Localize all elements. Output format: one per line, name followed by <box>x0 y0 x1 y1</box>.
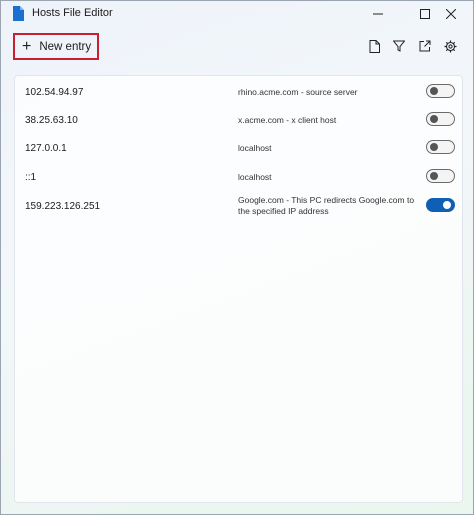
toggle-knob <box>430 143 438 151</box>
hosts-file-editor-window: Hosts File Editor + New entry 102.54.94.… <box>0 0 474 515</box>
entry-ip-address: ::1 <box>25 172 37 183</box>
entry-ip-address: 38.25.63.10 <box>25 115 78 126</box>
plus-icon: + <box>22 37 32 55</box>
toggle-knob <box>443 201 451 209</box>
entry-toggle[interactable] <box>426 198 455 212</box>
open-external-icon[interactable] <box>418 39 432 53</box>
window-title: Hosts File Editor <box>32 7 113 19</box>
filter-icon[interactable] <box>392 39 406 53</box>
new-file-icon[interactable] <box>367 39 381 53</box>
entry-toggle[interactable] <box>426 84 455 98</box>
entry-host: rhino.acme.com - source server <box>238 87 358 97</box>
close-icon <box>446 9 456 19</box>
entry-host: Google.com - This PC redirects Google.co… <box>238 195 415 216</box>
entry-ip-address: 102.54.94.97 <box>25 87 84 98</box>
entry-toggle[interactable] <box>426 112 455 126</box>
table-row[interactable]: 159.223.126.251 Google.com - This PC red… <box>15 191 462 227</box>
toggle-knob <box>430 115 438 123</box>
title-bar: Hosts File Editor <box>1 1 473 27</box>
entry-ip-address: 127.0.0.1 <box>25 143 67 154</box>
entry-toggle[interactable] <box>426 140 455 154</box>
entry-host: x.acme.com - x client host <box>238 115 337 125</box>
new-entry-button[interactable]: + New entry <box>13 33 99 60</box>
minimize-button[interactable] <box>355 1 401 27</box>
table-row[interactable]: 102.54.94.97 rhino.acme.com - source ser… <box>15 78 462 106</box>
toggle-knob <box>430 172 438 180</box>
hosts-entry-list: 102.54.94.97 rhino.acme.com - source ser… <box>14 75 463 503</box>
entry-toggle[interactable] <box>426 169 455 183</box>
table-row[interactable]: 127.0.0.1 localhost <box>15 134 462 162</box>
entry-host: localhost <box>238 172 272 182</box>
close-button[interactable] <box>427 1 473 27</box>
table-row[interactable]: ::1 localhost <box>15 163 462 191</box>
table-row[interactable]: 38.25.63.10 x.acme.com - x client host <box>15 106 462 134</box>
entry-host: localhost <box>238 143 272 153</box>
minimize-icon <box>373 13 383 15</box>
entry-ip-address: 159.223.126.251 <box>25 201 101 212</box>
new-entry-label: New entry <box>39 40 92 53</box>
app-document-icon <box>12 6 24 21</box>
gear-icon[interactable] <box>443 39 457 53</box>
toggle-knob <box>430 87 438 95</box>
